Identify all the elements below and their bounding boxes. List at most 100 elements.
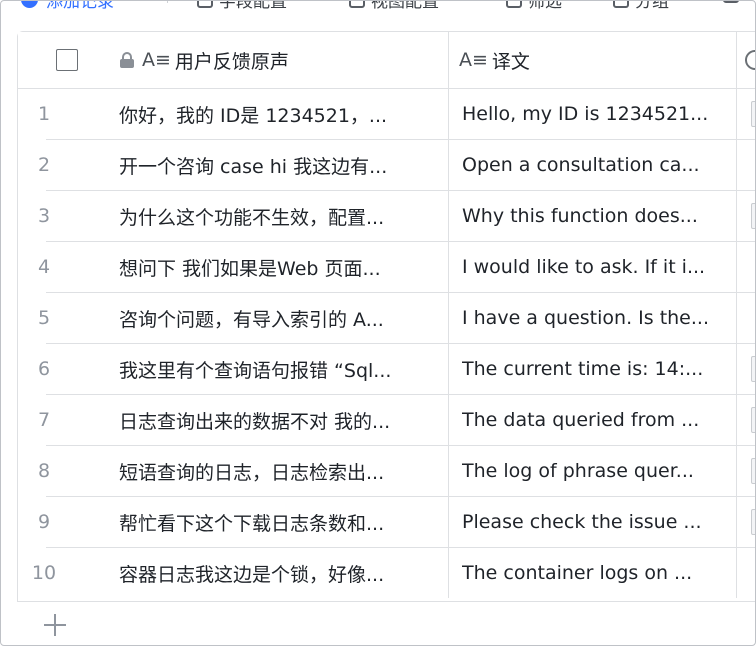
- add-record-button[interactable]: 添加记录: [21, 1, 114, 12]
- sort-icon: [723, 1, 739, 3]
- filter-label: 筛选: [528, 0, 562, 12]
- attachment-cell[interactable]: [736, 446, 755, 496]
- attachment-thumbnail[interactable]: [751, 458, 755, 484]
- feedback-text: 想问下 我们如果是Web 页面...: [119, 257, 381, 280]
- filter-icon: [506, 1, 522, 8]
- row-index: 4: [37, 256, 51, 278]
- attachment-cell[interactable]: [736, 497, 755, 547]
- attachment-cell[interactable]: [736, 140, 755, 190]
- attachment-cell[interactable]: [736, 395, 755, 445]
- translation-cell[interactable]: I would like to ask. If it i...: [448, 242, 736, 292]
- feedback-cell[interactable]: 为什么这个功能不生效，配置...: [118, 191, 448, 241]
- feedback-cell[interactable]: 帮忙看下这个下载日志条数和...: [118, 497, 448, 547]
- row-index-cell: 5: [18, 293, 118, 343]
- add-record-icon: [21, 1, 38, 8]
- table-view: 添加记录 字段配置 视图配置 筛选 分组 A≡ 用户反馈原声 A≡ 译文 1 你…: [0, 0, 756, 646]
- table-row[interactable]: 2 开一个咨询 case hi 我这边有... Open a consultat…: [18, 140, 755, 191]
- row-index: 3: [37, 205, 51, 227]
- view-config-icon: [349, 1, 365, 8]
- row-index-cell: 3: [18, 191, 118, 241]
- feedback-cell[interactable]: 开一个咨询 case hi 我这边有...: [118, 140, 448, 190]
- column-header-translation[interactable]: A≡ 译文: [448, 32, 736, 88]
- group-button[interactable]: 分组: [613, 1, 669, 12]
- table-row[interactable]: 7 日志查询出来的数据不对 我的... The data queried fro…: [18, 395, 755, 446]
- feedback-text: 开一个咨询 case hi 我这边有...: [119, 155, 388, 178]
- feedback-cell[interactable]: 你好，我的 ID是 1234521，...: [118, 89, 448, 139]
- table-row[interactable]: 10 容器日志我这边是个锁，好像... The container logs o…: [18, 548, 755, 599]
- attachment-cell[interactable]: [736, 191, 755, 241]
- translation-cell[interactable]: Open a consultation ca...: [448, 140, 736, 190]
- attachment-thumbnail[interactable]: [751, 509, 755, 535]
- text-field-icon: A≡: [142, 49, 171, 71]
- feedback-cell[interactable]: 日志查询出来的数据不对 我的...: [118, 395, 448, 445]
- feedback-text: 为什么这个功能不生效，配置...: [119, 206, 385, 229]
- column-header-feedback[interactable]: A≡ 用户反馈原声: [118, 32, 448, 88]
- attachment-cell[interactable]: [736, 242, 755, 292]
- translation-cell[interactable]: The data queried from ...: [448, 395, 736, 445]
- table-row[interactable]: 4 想问下 我们如果是Web 页面... I would like to ask…: [18, 242, 755, 293]
- field-config-icon: [197, 1, 213, 8]
- feedback-cell[interactable]: 我这里有个查询语句报错 “Sql...: [118, 344, 448, 394]
- row-index-cell: 9: [18, 497, 118, 547]
- feedback-cell[interactable]: 想问下 我们如果是Web 页面...: [118, 242, 448, 292]
- table-row[interactable]: 8 短语查询的日志，日志检索出... The log of phrase que…: [18, 446, 755, 497]
- text-field-icon: A≡: [459, 49, 488, 71]
- row-index-cell: 8: [18, 446, 118, 496]
- translation-cell[interactable]: The current time is: 14:...: [448, 344, 736, 394]
- feedback-cell[interactable]: 咨询个问题，有导入索引的 A...: [118, 293, 448, 343]
- column-header-attachment[interactable]: [736, 32, 755, 88]
- row-index: 8: [37, 460, 51, 482]
- select-all-checkbox[interactable]: [56, 49, 78, 71]
- feedback-text: 帮忙看下这个下载日志条数和...: [119, 512, 385, 535]
- translation-text: I would like to ask. If it i...: [462, 256, 706, 278]
- row-index-cell: 2: [18, 140, 118, 190]
- feedback-cell[interactable]: 短语查询的日志，日志检索出...: [118, 446, 448, 496]
- feedback-text: 短语查询的日志，日志检索出...: [119, 461, 385, 484]
- add-row-bar: [17, 601, 755, 645]
- translation-cell[interactable]: The container logs on ...: [448, 548, 736, 598]
- table-row[interactable]: 1 你好，我的 ID是 1234521，... Hello, my ID is …: [18, 89, 755, 140]
- group-icon: [613, 1, 629, 8]
- row-index: 2: [37, 154, 51, 176]
- translation-cell[interactable]: The log of phrase quer...: [448, 446, 736, 496]
- translation-text: Why this function does...: [462, 205, 698, 227]
- data-grid: A≡ 用户反馈原声 A≡ 译文 1 你好，我的 ID是 1234521，... …: [17, 31, 755, 601]
- row-index-cell: 4: [18, 242, 118, 292]
- toolbar: 添加记录 字段配置 视图配置 筛选 分组: [1, 0, 755, 13]
- row-index-cell: 1: [18, 89, 118, 139]
- attachment-thumbnail[interactable]: [751, 101, 755, 127]
- translation-cell[interactable]: I have a question. Is the...: [448, 293, 736, 343]
- field-config-button[interactable]: 字段配置: [197, 1, 287, 12]
- attachment-cell[interactable]: [736, 344, 755, 394]
- feedback-cell[interactable]: 容器日志我这边是个锁，好像...: [118, 548, 448, 598]
- table-row[interactable]: 3 为什么这个功能不生效，配置... Why this function doe…: [18, 191, 755, 242]
- plus-icon[interactable]: [44, 614, 66, 636]
- feedback-text: 日志查询出来的数据不对 我的...: [119, 410, 391, 433]
- feedback-text: 你好，我的 ID是 1234521，...: [119, 104, 388, 127]
- row-index-cell: 7: [18, 395, 118, 445]
- translation-text: The data queried from ...: [462, 409, 700, 431]
- translation-cell[interactable]: Why this function does...: [448, 191, 736, 241]
- row-index: 7: [37, 409, 51, 431]
- attachment-cell[interactable]: [736, 548, 755, 598]
- attachment-thumbnail[interactable]: [751, 407, 755, 433]
- filter-button[interactable]: 筛选: [506, 0, 562, 12]
- row-index: 6: [37, 358, 51, 380]
- sort-button[interactable]: [723, 1, 745, 3]
- row-index: 5: [37, 307, 51, 329]
- table-row[interactable]: 5 咨询个问题，有导入索引的 A... I have a question. I…: [18, 293, 755, 344]
- translation-text: The log of phrase quer...: [462, 460, 694, 482]
- attachment-cell[interactable]: [736, 293, 755, 343]
- attachment-cell[interactable]: [736, 89, 755, 139]
- translation-cell[interactable]: Hello, my ID is 1234521...: [448, 89, 736, 139]
- attachment-thumbnail[interactable]: [751, 203, 755, 229]
- translation-text: The current time is: 14:...: [462, 358, 704, 380]
- table-row[interactable]: 9 帮忙看下这个下载日志条数和... Please check the issu…: [18, 497, 755, 548]
- view-config-button[interactable]: 视图配置: [349, 1, 439, 12]
- feedback-text: 咨询个问题，有导入索引的 A...: [119, 308, 384, 331]
- translation-text: Open a consultation ca...: [462, 154, 700, 176]
- table-row[interactable]: 6 我这里有个查询语句报错 “Sql... The current time i…: [18, 344, 755, 395]
- grid-header: A≡ 用户反馈原声 A≡ 译文: [18, 32, 755, 89]
- attachment-thumbnail[interactable]: [751, 356, 755, 382]
- translation-cell[interactable]: Please check the issue ...: [448, 497, 736, 547]
